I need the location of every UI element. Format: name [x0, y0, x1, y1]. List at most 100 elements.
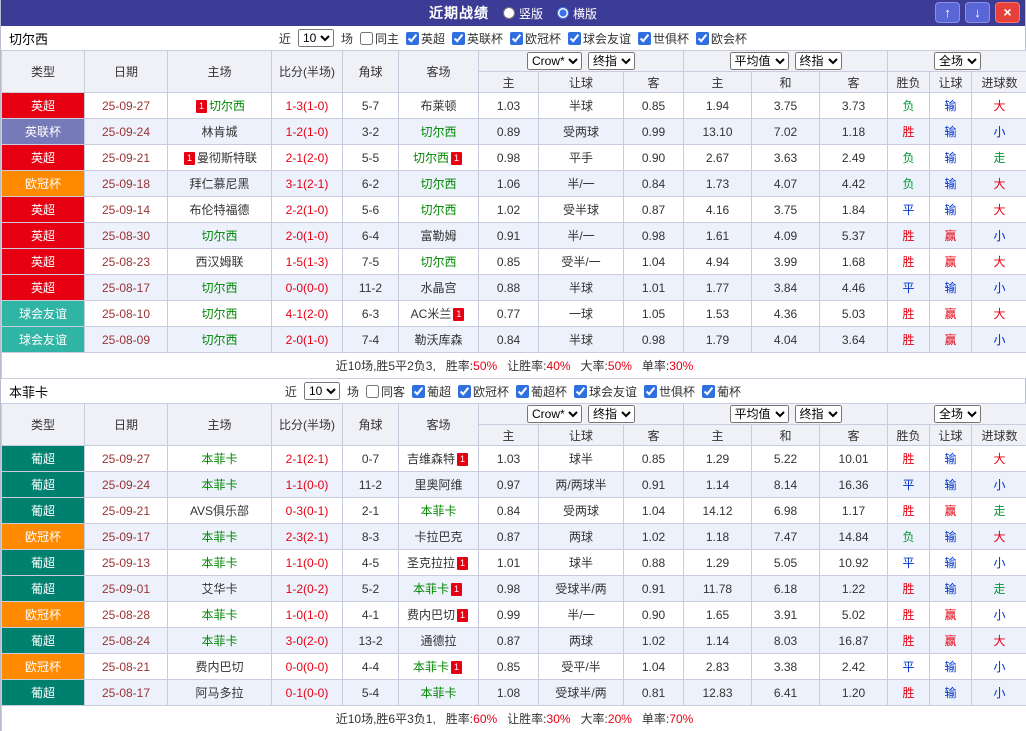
result-wdl: 平 [887, 471, 931, 498]
match-date: 25-08-09 [84, 326, 168, 353]
match-row: 葡超 25-09-27 本菲卡 2-1(2-1) 0-7 吉维森特 1 1.03 球半 0.85 1… [1, 445, 1026, 472]
filter-checkbox-1-5[interactable]: 世俱杯 [644, 383, 695, 400]
checkbox-input[interactable] [574, 384, 588, 398]
checkbox-input[interactable] [568, 31, 582, 45]
scope-select[interactable]: 全场 [934, 52, 982, 70]
avg-home-odds: 1.73 [683, 170, 753, 197]
scroll-down-button[interactable]: ↓ [965, 2, 990, 23]
match-score: 1-1(0-0) [271, 549, 343, 576]
filter-checkbox-1-3[interactable]: 葡超杯 [516, 383, 567, 400]
result-handicap: 输 [929, 523, 973, 550]
layout-vertical-option[interactable]: 竖版 [502, 5, 543, 22]
away-team-cell: 水晶宫 [398, 274, 479, 301]
avg-time-select[interactable]: 终指 [794, 52, 842, 70]
checkbox-input[interactable] [702, 384, 716, 398]
corners-cell: 6-4 [342, 222, 399, 249]
filter-checkbox-1-2[interactable]: 欧冠杯 [457, 383, 509, 400]
bookmaker-select[interactable]: Crow* [527, 52, 582, 70]
avg-odds-select[interactable]: 平均值 [729, 405, 789, 423]
home-team-cell: 切尔西 [167, 222, 272, 249]
stat-label: 大率: [580, 712, 608, 726]
avg-draw-odds: 7.02 [751, 118, 821, 145]
filter-checkbox-0-2[interactable]: 英联杯 [451, 30, 503, 47]
checkbox-input[interactable] [411, 384, 425, 398]
recent-count-select[interactable]: 10 [303, 382, 340, 400]
team-name-text: 费内巴切 [406, 608, 455, 622]
checkbox-input[interactable] [696, 31, 710, 45]
near-label: 近 [284, 384, 297, 399]
asia-away-odds: 0.88 [622, 549, 685, 576]
asia-away-odds: 0.91 [622, 575, 685, 602]
filter-checkbox-0-0[interactable]: 同主 [359, 30, 399, 47]
asia-away-odds: 0.90 [622, 144, 685, 171]
match-score: 1-0(1-0) [271, 601, 343, 628]
match-score: 3-1(2-1) [271, 170, 343, 197]
bookmaker-select[interactable]: Crow* [527, 405, 582, 423]
result-wdl: 胜 [887, 627, 931, 654]
match-date: 25-09-24 [84, 118, 168, 145]
checkbox-input[interactable] [359, 31, 373, 45]
filter-checkbox-1-0[interactable]: 同客 [365, 383, 405, 400]
avg-odds-select[interactable]: 平均值 [729, 52, 789, 70]
home-team-cell: 本菲卡 [167, 601, 272, 628]
home-team-cell: 阿马多拉 [167, 679, 272, 706]
team-name-text: 通德拉 [420, 634, 457, 648]
avg-draw-odds: 4.04 [751, 326, 821, 353]
match-row: 欧冠杯 25-08-21 费内巴切 0-0(0-0) 4-4 本菲卡 1 0.85 受平/半 1.… [1, 653, 1026, 680]
match-date: 25-09-27 [84, 92, 168, 119]
result-goals: 小 [971, 118, 1026, 145]
filter-checkbox-1-6[interactable]: 葡杯 [702, 383, 741, 400]
checkbox-input[interactable] [638, 31, 652, 45]
summary-prefix: 近10场,胜6平3负1, [335, 712, 436, 726]
team-name-text: 本菲卡 [201, 608, 238, 622]
summary-prefix: 近10场,胜5平2负3, [335, 359, 436, 373]
layout-horizontal-option[interactable]: 横版 [557, 5, 597, 22]
checkbox-input[interactable] [365, 384, 379, 398]
avg-draw-odds: 3.38 [751, 653, 821, 680]
scroll-up-button[interactable]: ↑ [935, 2, 960, 23]
avg-time-select[interactable]: 终指 [794, 405, 842, 423]
filter-checkbox-1-1[interactable]: 葡超 [411, 383, 451, 400]
horizontal-radio[interactable] [557, 7, 569, 19]
filter-checkbox-1-4[interactable]: 球会友谊 [574, 383, 637, 400]
column-header-0: 类型 [1, 403, 85, 446]
asia-time-select[interactable]: 终指 [588, 52, 635, 70]
result-handicap: 输 [929, 549, 973, 576]
result-goals: 大 [971, 248, 1026, 275]
filter-checkbox-0-3[interactable]: 欧冠杯 [510, 30, 561, 47]
column-header-4: 角球 [342, 403, 399, 446]
avg-away-odds: 4.46 [819, 274, 889, 301]
checkbox-input[interactable] [644, 384, 658, 398]
result-goals: 大 [971, 627, 1026, 654]
handicap: 半球 [538, 274, 624, 301]
match-score: 2-1(2-0) [271, 144, 343, 171]
section-team-name: 切尔西 [9, 31, 49, 47]
checkbox-label: 葡杯 [717, 384, 742, 399]
avg-home-odds: 1.29 [683, 445, 753, 472]
checkbox-input[interactable] [510, 31, 523, 45]
filter-checkbox-0-4[interactable]: 球会友谊 [568, 30, 631, 47]
close-button[interactable]: × [995, 2, 1020, 23]
asia-time-select[interactable]: 终指 [588, 405, 635, 423]
match-score: 1-5(1-3) [271, 248, 343, 275]
column-header-7: 让球 [538, 71, 624, 93]
team-name-text: 本菲卡 [201, 530, 238, 544]
filter-checkbox-0-1[interactable]: 英超 [405, 30, 445, 47]
result-goals: 小 [971, 222, 1026, 249]
avg-away-odds: 14.84 [819, 523, 889, 550]
checkbox-input[interactable] [405, 31, 419, 45]
checkbox-input[interactable] [451, 31, 465, 45]
column-header-9: 主 [683, 424, 753, 446]
corners-cell: 4-1 [342, 601, 399, 628]
checkbox-input[interactable] [457, 384, 471, 398]
filter-checkbox-0-6[interactable]: 欧会杯 [696, 30, 747, 47]
checkbox-input[interactable] [516, 384, 529, 398]
scope-select[interactable]: 全场 [934, 405, 982, 423]
vertical-radio[interactable] [502, 7, 515, 19]
result-handicap: 输 [929, 679, 973, 706]
recent-count-select[interactable]: 10 [297, 29, 334, 47]
asia-home-odds: 1.02 [478, 196, 539, 223]
result-goals: 走 [971, 497, 1026, 524]
filter-checkbox-0-5[interactable]: 世俱杯 [638, 30, 689, 47]
match-date: 25-09-24 [84, 471, 168, 498]
